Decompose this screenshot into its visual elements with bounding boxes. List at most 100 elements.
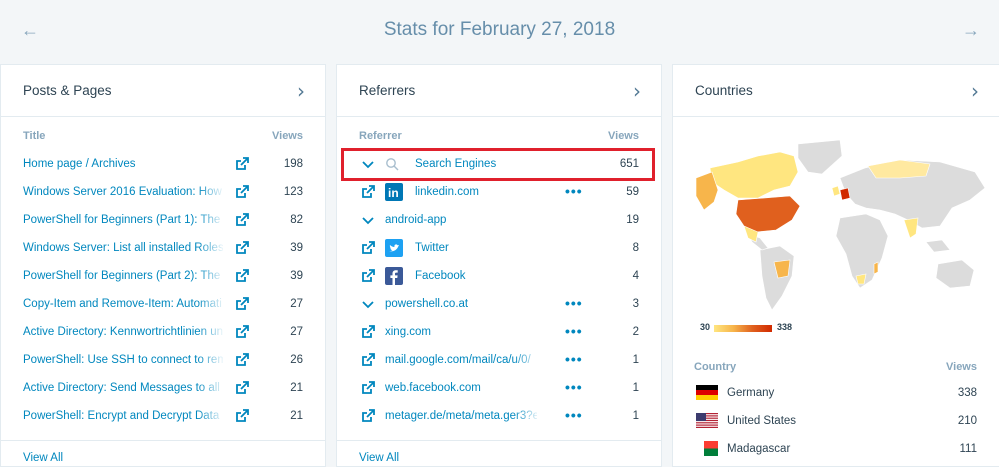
table-row[interactable]: web.facebook.com ••• 1 <box>337 375 661 403</box>
countries-header[interactable]: Countries › <box>673 65 999 117</box>
external-link-icon[interactable] <box>235 409 249 423</box>
view-all-link[interactable]: View All <box>359 452 399 464</box>
country-row: Madagascar 111 <box>672 436 999 464</box>
post-title-link[interactable]: Active Directory: Send Messages to all c <box>23 382 223 394</box>
chevron-right-icon[interactable]: › <box>297 79 305 103</box>
country-name: United States <box>727 415 797 427</box>
external-link-icon[interactable] <box>235 213 249 227</box>
views-count: 26 <box>290 354 303 366</box>
text-fade <box>197 375 225 403</box>
views-count: 338 <box>957 387 977 399</box>
more-options-icon[interactable]: ••• <box>565 323 583 339</box>
external-link-icon[interactable] <box>361 353 375 367</box>
chevron-right-icon[interactable]: › <box>633 79 641 103</box>
more-options-icon[interactable]: ••• <box>565 407 583 423</box>
table-row[interactable]: Active Directory: Kennwortrichtlinien un… <box>1 319 325 347</box>
table-row[interactable]: Windows Server 2016 Evaluation: How t 123 <box>1 179 325 207</box>
table-row[interactable]: in linkedin.com ••• 59 <box>337 179 661 207</box>
post-title-link[interactable]: PowerShell for Beginners (Part 2): The P… <box>23 270 223 282</box>
post-title-link[interactable]: Active Directory: Kennwortrichtlinien un <box>23 326 223 338</box>
page-title: Stats for February 27, 2018 <box>383 19 616 40</box>
table-row[interactable]: PowerShell for Beginners (Part 1): The C… <box>1 207 325 235</box>
chevron-down-icon[interactable] <box>361 297 375 311</box>
table-row[interactable]: PowerShell: Encrypt and Decrypt Data b 21 <box>1 403 325 431</box>
external-link-icon[interactable] <box>235 325 249 339</box>
table-row[interactable]: metager.de/meta/meta.ger3?e ••• 1 <box>337 403 661 431</box>
text-fade <box>513 375 541 403</box>
external-link-icon[interactable] <box>361 381 375 395</box>
views-count: 59 <box>626 186 639 198</box>
views-count: 39 <box>290 242 303 254</box>
external-link-icon[interactable] <box>235 241 249 255</box>
referrer-link[interactable]: Facebook <box>415 270 537 282</box>
card-title: Posts & Pages <box>23 83 112 98</box>
table-row[interactable]: Active Directory: Send Messages to all c… <box>1 375 325 403</box>
table-row[interactable]: Twitter 8 <box>337 235 661 263</box>
column-country: Country <box>694 361 737 373</box>
chevron-right-icon[interactable]: › <box>971 79 979 103</box>
chevron-down-icon[interactable] <box>361 213 375 227</box>
table-row[interactable]: PowerShell: Use SSH to connect to remo 26 <box>1 347 325 375</box>
external-link-icon[interactable] <box>361 325 375 339</box>
post-title-link[interactable]: Windows Server: List all installed Roles… <box>23 242 223 254</box>
text-fade <box>197 263 225 291</box>
table-row[interactable]: android-app 19 <box>337 207 661 235</box>
post-title-link[interactable]: PowerShell: Use SSH to connect to remo <box>23 354 223 366</box>
views-count: 39 <box>290 270 303 282</box>
more-options-icon[interactable]: ••• <box>565 183 583 199</box>
external-link-icon[interactable] <box>361 241 375 255</box>
external-link-icon[interactable] <box>235 297 249 311</box>
views-count: 8 <box>632 242 639 254</box>
table-row[interactable]: PowerShell for Beginners (Part 2): The P… <box>1 263 325 291</box>
external-link-icon[interactable] <box>235 157 249 171</box>
views-count: 27 <box>290 326 303 338</box>
external-link-icon[interactable] <box>361 185 375 199</box>
referrer-link[interactable]: android-app <box>385 214 537 226</box>
linkedin-icon: in <box>385 183 403 206</box>
table-row[interactable]: xing.com ••• 2 <box>337 319 661 347</box>
text-fade <box>197 179 225 207</box>
column-referrer: Referrer <box>359 130 402 142</box>
views-count: 19 <box>626 214 639 226</box>
post-title-link[interactable]: Copy-Item and Remove-Item: Automati <box>23 298 223 310</box>
external-link-icon[interactable] <box>235 269 249 283</box>
legend-min: 30 <box>700 322 711 332</box>
more-options-icon[interactable]: ••• <box>565 295 583 311</box>
table-row[interactable]: Home page / Archives 198 <box>1 151 325 179</box>
external-link-icon[interactable] <box>361 409 375 423</box>
table-row[interactable]: Windows Server: List all installed Roles… <box>1 235 325 263</box>
views-count: 1 <box>632 410 639 422</box>
legend-max: 338 <box>777 322 793 332</box>
more-options-icon[interactable]: ••• <box>565 379 583 395</box>
text-fade <box>197 347 225 375</box>
referrers-header[interactable]: Referrers › <box>337 65 661 117</box>
external-link-icon[interactable] <box>235 353 249 367</box>
table-row[interactable]: mail.google.com/mail/ca/u/0/••• 1 <box>337 347 661 375</box>
text-fade <box>197 207 225 235</box>
table-row[interactable]: Copy-Item and Remove-Item: Automati 27 <box>1 291 325 319</box>
external-link-icon[interactable] <box>361 269 375 283</box>
view-all-link[interactable]: View All <box>23 452 63 464</box>
text-fade <box>513 291 541 319</box>
post-title-link[interactable]: Windows Server 2016 Evaluation: How t <box>23 186 223 198</box>
post-title-link[interactable]: Home page / Archives <box>23 158 223 170</box>
arrow-right-icon[interactable]: → <box>962 20 982 40</box>
text-fade <box>513 403 541 431</box>
table-row[interactable]: powershell.co.at ••• 3 <box>337 291 661 319</box>
referrers-card: Referrers › Referrer Views Search Engine… <box>336 64 662 467</box>
world-map[interactable] <box>690 138 990 316</box>
facebook-icon <box>385 267 403 290</box>
text-fade <box>197 403 225 431</box>
text-fade <box>513 347 541 375</box>
external-link-icon[interactable] <box>235 185 249 199</box>
more-options-icon[interactable]: ••• <box>565 351 583 367</box>
table-row[interactable]: Facebook 4 <box>337 263 661 291</box>
referrer-link[interactable]: Twitter <box>415 242 537 254</box>
views-count: 123 <box>283 186 303 198</box>
posts-pages-header[interactable]: Posts & Pages › <box>1 65 325 117</box>
posts-view-all: View All <box>1 440 325 467</box>
post-title-link[interactable]: PowerShell for Beginners (Part 1): The C <box>23 214 223 226</box>
external-link-icon[interactable] <box>235 381 249 395</box>
post-title-link[interactable]: PowerShell: Encrypt and Decrypt Data b <box>23 410 223 422</box>
text-fade <box>513 179 541 207</box>
